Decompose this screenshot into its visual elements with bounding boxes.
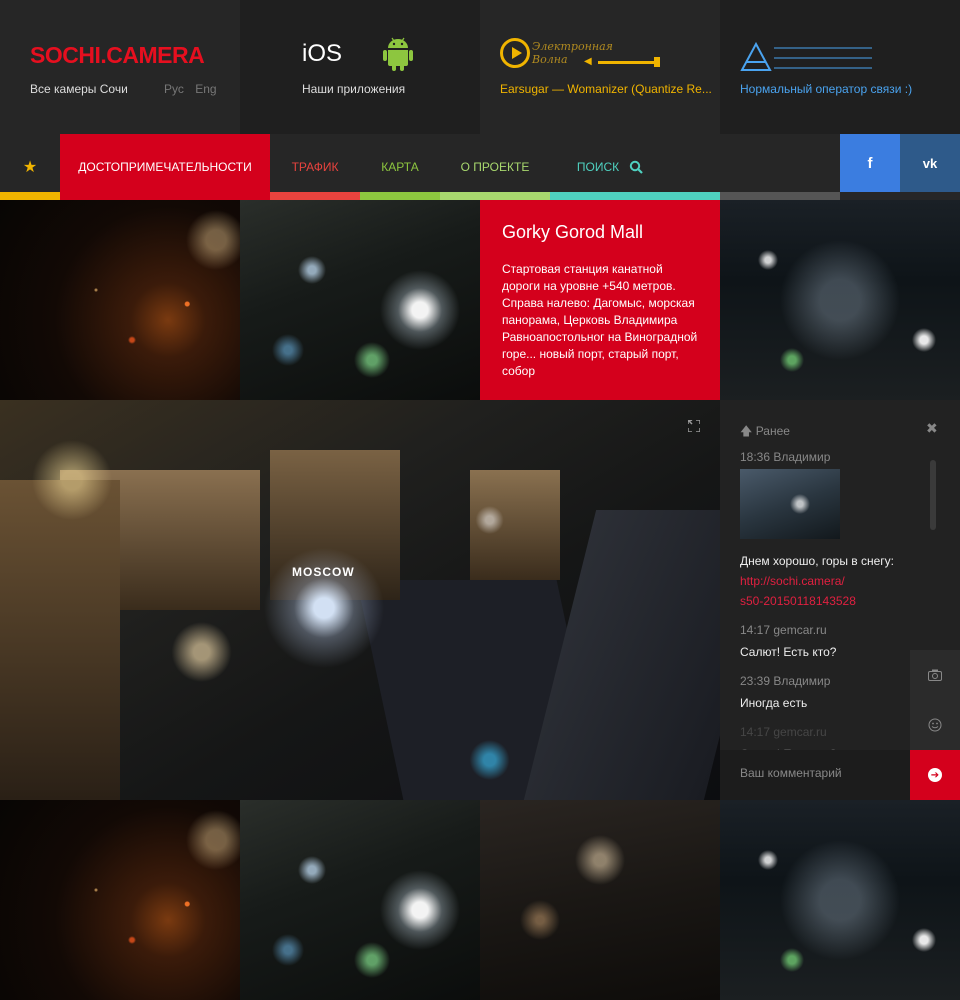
camera-info-panel[interactable]: Gorky Gorod Mall Стартовая станция канат…	[480, 200, 720, 400]
nav-search[interactable]: Поиск	[550, 134, 670, 200]
favorites-star-icon[interactable]: ★	[0, 134, 60, 200]
message-meta: 18:36 Владимир	[740, 450, 831, 464]
message-meta: 14:17 gemcar.ru	[740, 623, 827, 637]
message-link-line-1[interactable]: http://sochi.camera/	[740, 571, 920, 591]
android-icon[interactable]	[382, 37, 414, 76]
main-camera-view[interactable]: MOSCOW	[0, 400, 720, 800]
nav-about[interactable]: О проекте	[440, 134, 550, 200]
underline-sights	[60, 192, 270, 200]
nav-sights[interactable]: Достопримечательности	[60, 134, 270, 200]
send-arrow-icon: ➔	[928, 768, 942, 782]
sponsor-logo[interactable]	[740, 40, 880, 72]
site-logo[interactable]: SOCHI.CAMERA	[30, 42, 205, 69]
message-meta: 14:17 gemcar.ru	[740, 725, 827, 739]
message-text: Иногда есть	[740, 696, 808, 710]
logo-cell: SOCHI.CAMERA Все камеры Сочи Рус Eng	[0, 0, 240, 134]
underline-spacer	[720, 192, 840, 200]
load-earlier-button[interactable]: 🡅 Ранее	[740, 422, 790, 443]
emoji-icon[interactable]	[910, 700, 960, 750]
track-title: Earsugar — Womanizer (Quantize Re...	[500, 82, 712, 96]
chat-messages: 18:36 Владимир Днем хорошо, горы в снегу…	[740, 450, 920, 776]
camera-tile[interactable]	[720, 800, 960, 1000]
message-meta: 23:39 Владимир	[740, 674, 831, 688]
fullscreen-icon[interactable]	[686, 419, 702, 434]
comment-box	[720, 750, 910, 800]
apps-cell: iOS Наши приложения	[240, 0, 480, 134]
camera-tile[interactable]	[240, 200, 480, 400]
underline-traffic	[270, 192, 360, 200]
moscow-sign: MOSCOW	[292, 565, 355, 579]
nav-search-label: Поиск	[576, 160, 620, 174]
camera-tile[interactable]	[240, 800, 480, 1000]
camera-tile[interactable]	[0, 800, 240, 1000]
nav-map[interactable]: Карта	[360, 134, 440, 200]
chat-panel: 🡅 Ранее ✖ 18:36 Владимир Днем хорошо, го…	[720, 400, 960, 800]
language-switch: Рус Eng	[164, 82, 225, 96]
lang-en[interactable]: Eng	[195, 82, 216, 96]
ios-app-link[interactable]: iOS	[302, 40, 342, 68]
camera-tile[interactable]	[720, 200, 960, 400]
sponsor-cell: Нормальный оператор связи :)	[720, 0, 960, 134]
load-earlier-label: Ранее	[755, 424, 790, 438]
apps-label: Наши приложения	[302, 82, 406, 96]
chat-message: 23:39 Владимир Иногда есть	[740, 674, 920, 713]
underline-map	[360, 192, 440, 200]
chat-scrollbar[interactable]	[930, 460, 936, 530]
camera-title: Gorky Gorod Mall	[502, 222, 644, 242]
vk-button[interactable]: vk	[900, 134, 960, 192]
message-text: Салют! Есть кто?	[740, 645, 837, 659]
volume-slider[interactable]	[598, 61, 656, 64]
underline-about	[440, 192, 550, 200]
logo-part-2: HI.CAMERA	[78, 42, 205, 68]
top-bar: SOCHI.CAMERA Все камеры Сочи Рус Eng iOS	[0, 0, 960, 134]
comment-input[interactable]	[740, 766, 900, 780]
close-icon[interactable]: ✖	[926, 420, 938, 437]
camera-description: Стартовая станция канатной дороги на уро…	[502, 262, 698, 378]
message-text: Днем хорошо, горы в снегу:	[740, 554, 895, 568]
nav-traffic[interactable]: Трафик	[270, 134, 360, 200]
radio-cell: Электронная Волна ◀ Earsugar — Womanizer…	[480, 0, 720, 134]
volume-icon[interactable]: ◀	[584, 56, 592, 67]
lang-ru[interactable]: Рус	[164, 82, 184, 96]
logo-part-1: SOC	[30, 42, 79, 68]
message-link-line-2[interactable]: s50-20150118143528	[740, 591, 920, 611]
search-icon	[629, 160, 643, 174]
camera-snapshot-icon[interactable]	[910, 650, 960, 700]
send-button[interactable]: ➔	[910, 750, 960, 800]
play-icon[interactable]	[500, 38, 530, 68]
camera-tile[interactable]	[480, 800, 720, 1000]
message-image[interactable]	[740, 469, 840, 539]
chat-message: 18:36 Владимир Днем хорошо, горы в снегу…	[740, 450, 920, 611]
facebook-button[interactable]: f	[840, 134, 900, 192]
radio-name-line-1: Электронная	[532, 40, 613, 53]
main-nav: ★ Достопримечательности Трафик Карта О п…	[0, 134, 960, 200]
camera-tile[interactable]	[0, 200, 240, 400]
radio-name-line-2: Волна	[532, 53, 568, 66]
chat-message: 14:17 gemcar.ru Салют! Есть кто?	[740, 623, 920, 662]
arrow-up-icon: 🡅	[740, 424, 753, 438]
underline-search	[550, 192, 720, 200]
volume-knob[interactable]	[654, 57, 660, 67]
all-cameras-link[interactable]: Все камеры Сочи	[30, 82, 128, 96]
underline-star	[0, 192, 60, 200]
sponsor-text[interactable]: Нормальный оператор связи :)	[740, 82, 912, 96]
